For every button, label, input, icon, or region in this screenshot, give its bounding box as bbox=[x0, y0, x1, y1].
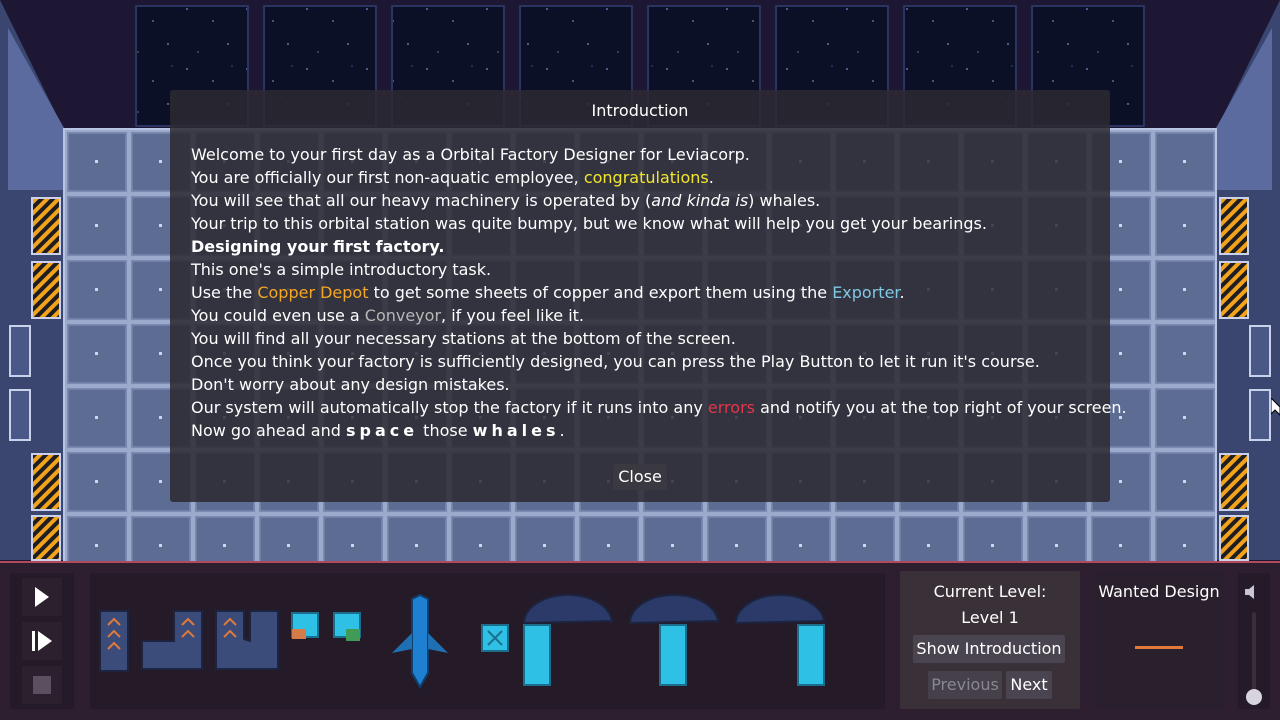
show-introduction-button[interactable]: Show Introduction bbox=[913, 635, 1065, 663]
whale-station-item[interactable] bbox=[392, 593, 448, 690]
intro-text: . bbox=[559, 421, 565, 440]
copper-depot-item[interactable] bbox=[291, 612, 319, 639]
exporter-item[interactable] bbox=[481, 624, 509, 652]
stop-icon bbox=[33, 676, 51, 694]
intro-text: ) whales. bbox=[748, 191, 821, 210]
arched-station-item-3[interactable] bbox=[734, 594, 825, 686]
intro-text: Our system will automatically stop the f… bbox=[191, 398, 708, 417]
intro-line: You are officially our first non-aquatic… bbox=[191, 166, 1101, 189]
wanted-design-preview bbox=[1135, 646, 1183, 649]
intro-text: Your trip to this orbital station was qu… bbox=[191, 214, 987, 233]
intro-line: Now go ahead and space those whales. bbox=[191, 419, 1101, 442]
intro-line: You will see that all our heavy machiner… bbox=[191, 189, 1101, 212]
play-button[interactable] bbox=[22, 578, 62, 616]
intro-line: Don't worry about any design mistakes. bbox=[191, 373, 1101, 396]
keyword-space: space bbox=[345, 421, 419, 440]
next-level-button[interactable]: Next bbox=[1006, 671, 1052, 699]
intro-text: Use the bbox=[191, 283, 258, 302]
play-icon bbox=[35, 587, 49, 607]
stop-button[interactable] bbox=[22, 666, 62, 704]
station-palette-items bbox=[99, 593, 825, 690]
intro-text: You will find all your necessary station… bbox=[191, 329, 736, 348]
arched-station-item-1[interactable] bbox=[522, 594, 613, 686]
conveyor-u-item[interactable] bbox=[215, 610, 279, 670]
intro-italic-text: and kinda is bbox=[651, 191, 749, 210]
intro-text: . bbox=[708, 168, 714, 187]
keyword-errors: errors bbox=[707, 398, 755, 417]
intro-line: This one's a simple introductory task. bbox=[191, 258, 1101, 281]
arched-station-item-2[interactable] bbox=[628, 594, 719, 686]
intro-line: You could even use a Conveyor, if you fe… bbox=[191, 304, 1101, 327]
keyword-congratulations: congratulations bbox=[583, 168, 709, 187]
dialog-title: Introduction bbox=[591, 101, 689, 120]
intro-text: This one's a simple introductory task. bbox=[191, 260, 492, 279]
intro-heading-text: Designing your first factory. bbox=[191, 237, 445, 256]
intro-text: You will see that all our heavy machiner… bbox=[191, 191, 652, 210]
intro-line: Your trip to this orbital station was qu… bbox=[191, 212, 1101, 235]
volume-slider-handle[interactable] bbox=[1246, 688, 1262, 705]
keyword-whales: whales bbox=[472, 421, 560, 440]
intro-text: You are officially our first non-aquatic… bbox=[191, 168, 584, 187]
step-forward-icon bbox=[32, 631, 52, 651]
step-forward-button[interactable] bbox=[22, 622, 62, 660]
dialog-body: Welcome to your first day as a Orbital F… bbox=[191, 143, 1127, 442]
keyword-conveyor: Conveyor bbox=[364, 306, 442, 325]
intro-text: and notify you at the top right of your … bbox=[754, 398, 1127, 417]
intro-text: You could even use a bbox=[191, 306, 365, 325]
close-button[interactable]: Close bbox=[613, 464, 667, 490]
conveyor-straight-item[interactable] bbox=[99, 610, 129, 672]
intro-text: Once you think your factory is sufficien… bbox=[191, 352, 1040, 371]
intro-line: Once you think your factory is sufficien… bbox=[191, 350, 1101, 373]
mouse-cursor-icon bbox=[1271, 398, 1280, 416]
intro-text: to get some sheets of copper and export … bbox=[368, 283, 833, 302]
intro-text: Welcome to your first day as a Orbital F… bbox=[191, 145, 750, 164]
intro-text: Don't worry about any design mistakes. bbox=[191, 375, 510, 394]
keyword-copper-depot: Copper Depot bbox=[257, 283, 369, 302]
conveyor-curve-item[interactable] bbox=[141, 610, 203, 670]
intro-text: . bbox=[899, 283, 905, 302]
intro-line: Use the Copper Depot to get some sheets … bbox=[191, 281, 1101, 304]
intro-line: Welcome to your first day as a Orbital F… bbox=[191, 143, 1101, 166]
previous-level-button[interactable]: Previous bbox=[928, 671, 1002, 699]
intro-line: Our system will automatically stop the f… bbox=[191, 396, 1127, 419]
intro-text: , if you feel like it. bbox=[441, 306, 585, 325]
intro-line: You will find all your necessary station… bbox=[191, 327, 1101, 350]
intro-heading: Designing your first factory. bbox=[191, 235, 1101, 258]
speaker-icon[interactable] bbox=[1244, 583, 1262, 601]
intro-text: those bbox=[418, 421, 473, 440]
current-level-name: Level 1 bbox=[961, 608, 1019, 627]
keyword-exporter: Exporter bbox=[832, 283, 900, 302]
wanted-design-label: Wanted Design bbox=[1098, 582, 1220, 601]
copper-depot-variant-item[interactable] bbox=[333, 612, 361, 641]
intro-text: Now go ahead and bbox=[191, 421, 346, 440]
current-level-label: Current Level: bbox=[933, 582, 1047, 601]
